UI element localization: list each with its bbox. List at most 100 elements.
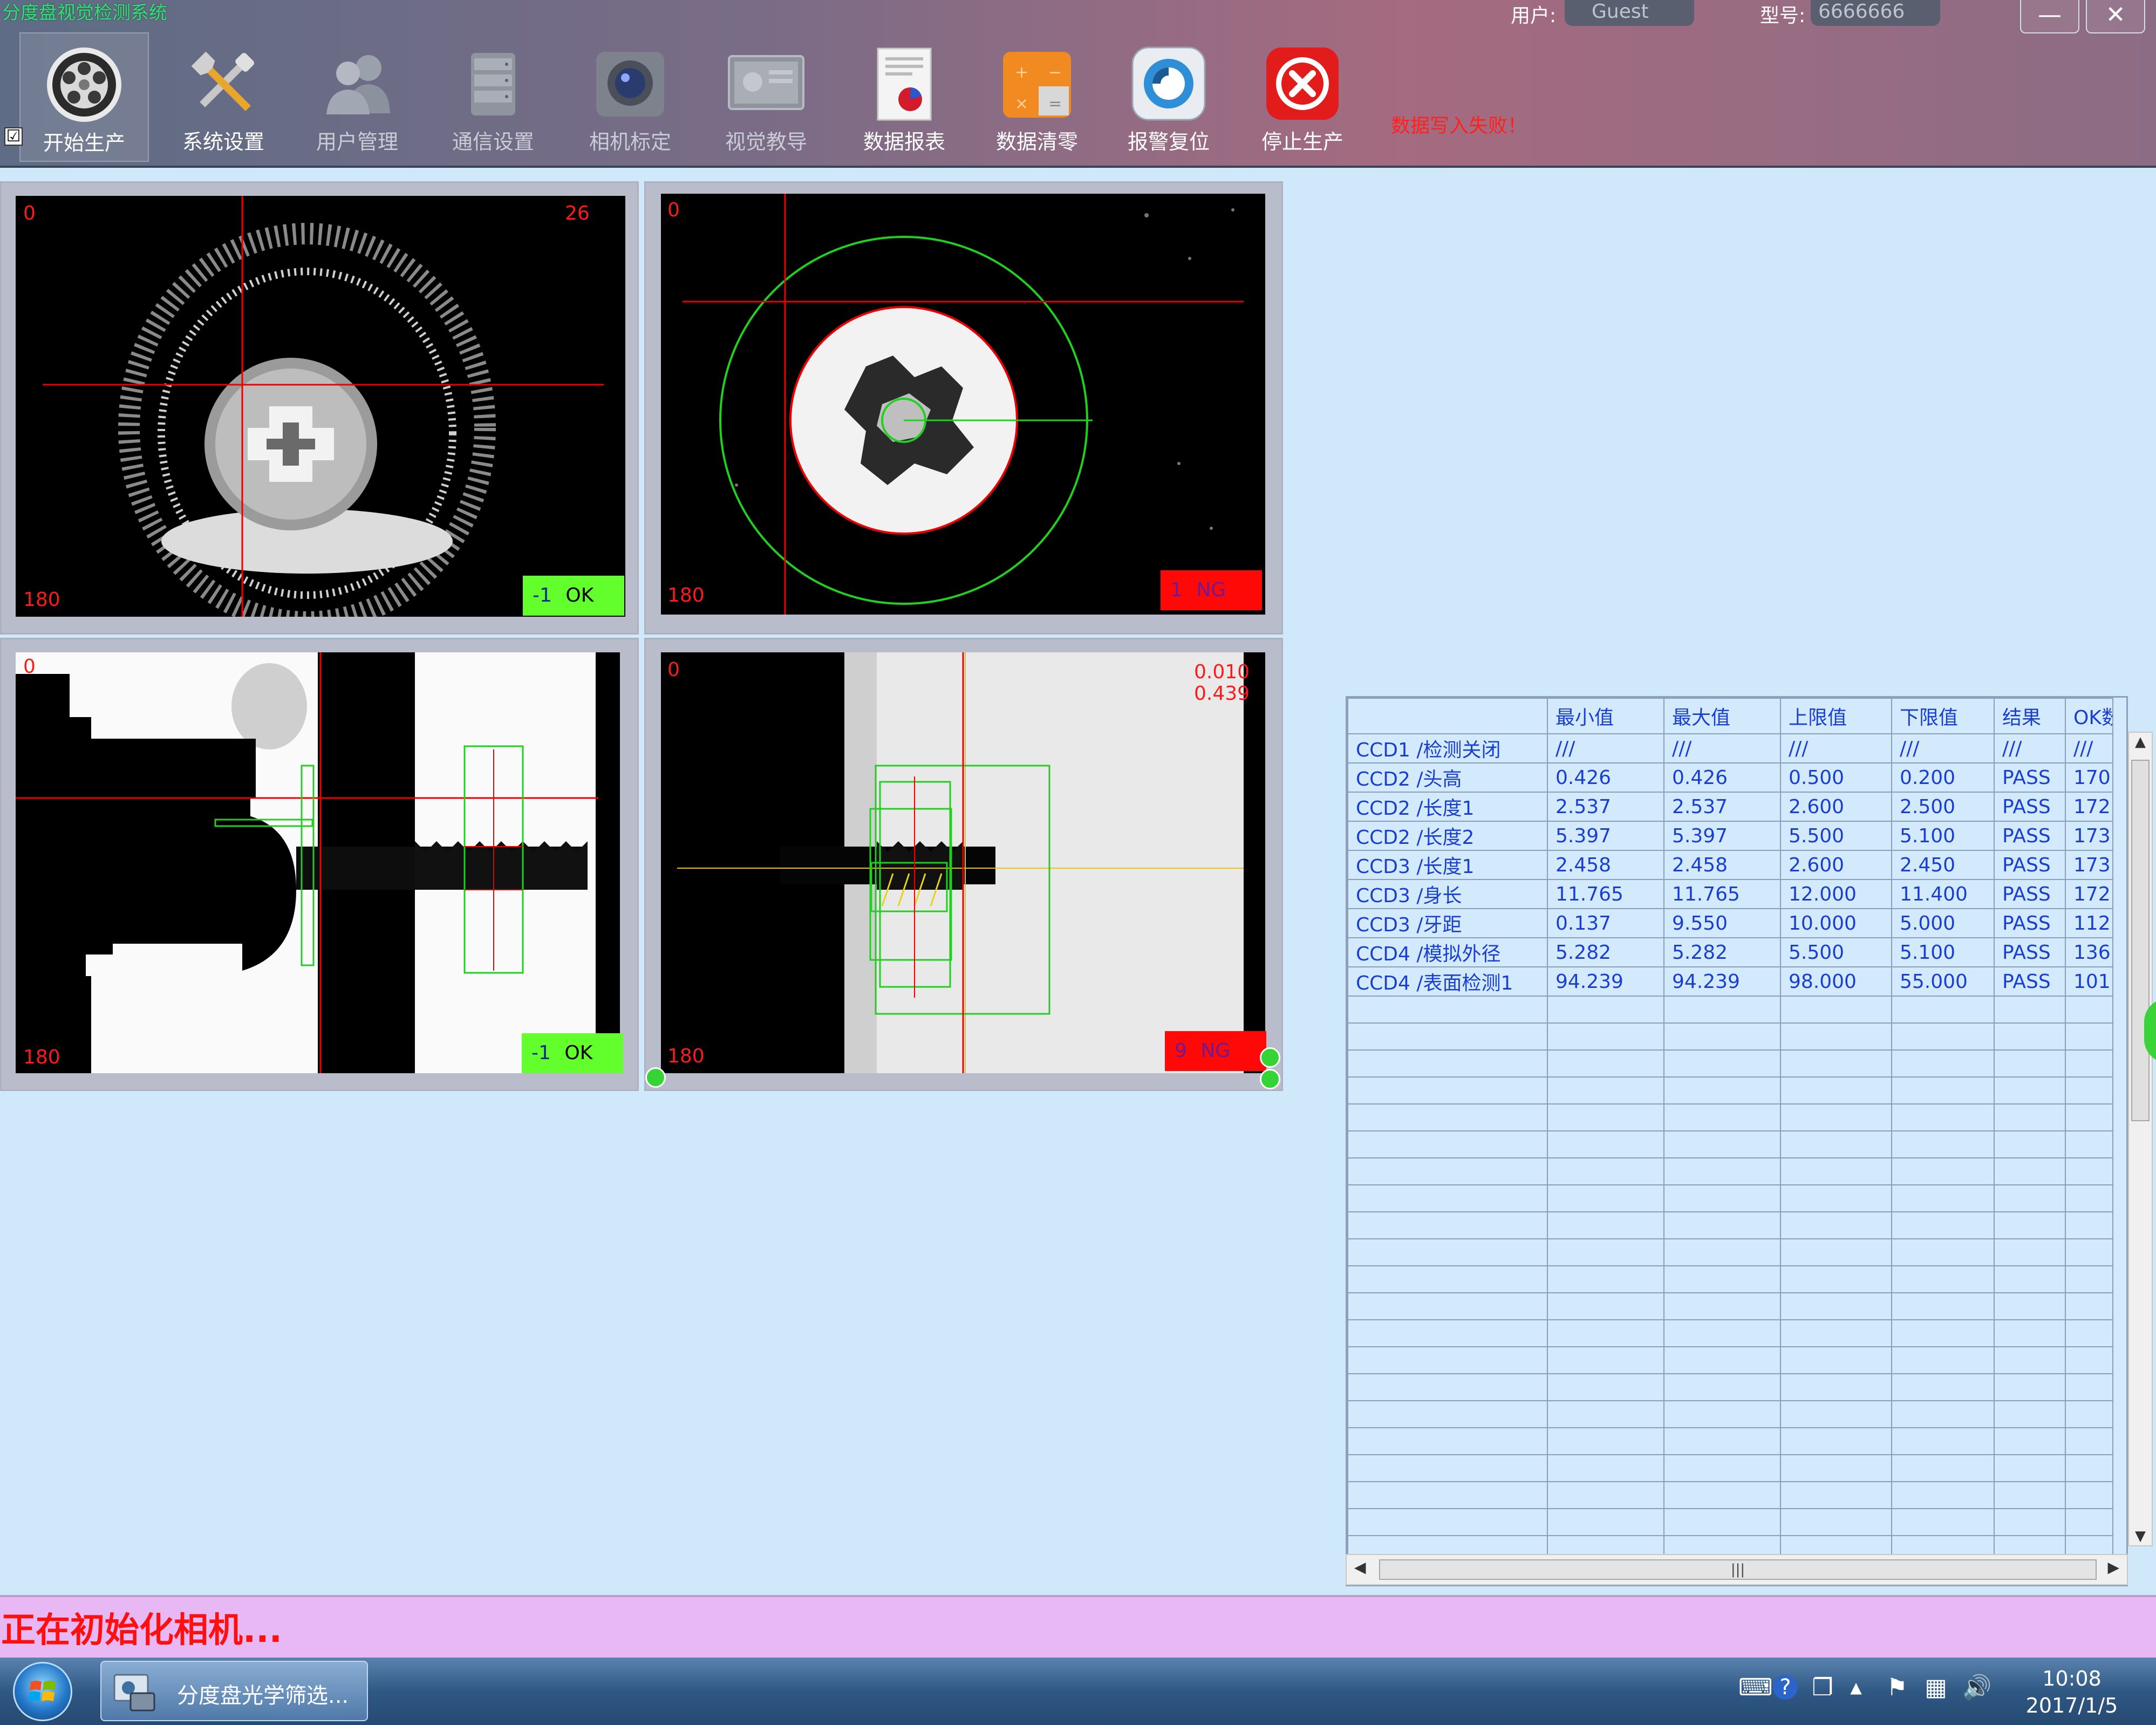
table-cell[interactable] xyxy=(1891,1130,1995,1158)
table-cell[interactable] xyxy=(1663,1427,1781,1455)
empty-table-row[interactable] xyxy=(1347,1481,2113,1509)
table-cell[interactable] xyxy=(1347,1049,1548,1078)
table-cell[interactable] xyxy=(1994,1076,2066,1104)
volume-icon[interactable]: 🔊 xyxy=(1962,1673,1992,1703)
table-cell[interactable] xyxy=(1547,1211,1664,1239)
empty-table-row[interactable] xyxy=(1347,1184,2113,1212)
table-cell[interactable] xyxy=(1347,1103,1548,1131)
table-cell[interactable]: 11.765 xyxy=(1547,879,1664,909)
table-cell[interactable] xyxy=(1994,1508,2066,1536)
table-cell[interactable]: 9.550 xyxy=(1663,908,1781,938)
grid-vertical-scroll-thumb[interactable] xyxy=(2131,760,2150,1121)
table-cell[interactable] xyxy=(1780,1022,1892,1051)
stop-production-button[interactable]: 停止生产 xyxy=(1238,32,1367,162)
empty-table-row[interactable] xyxy=(1347,1238,2113,1266)
table-cell[interactable] xyxy=(1891,1373,1995,1401)
table-cell[interactable]: 5.397 xyxy=(1547,821,1664,851)
table-cell[interactable] xyxy=(1663,1481,1781,1509)
camera-view-ccd3[interactable]: 0 180 -1 OK xyxy=(0,638,639,1091)
table-row[interactable]: CCD3 /牙距 0.137 9.550 10.000 5.000 PASS 112 xyxy=(1347,908,2113,938)
table-cell[interactable]: 5.500 xyxy=(1780,821,1892,851)
model-field[interactable]: 6666666 xyxy=(1811,0,1940,26)
table-cell[interactable]: /// xyxy=(1780,733,1892,763)
table-cell[interactable] xyxy=(1347,1427,1548,1455)
table-cell[interactable] xyxy=(1547,1319,1664,1347)
table-cell[interactable] xyxy=(1347,1373,1548,1401)
table-cell[interactable] xyxy=(2065,1400,2113,1428)
table-cell[interactable]: /// xyxy=(1994,733,2066,763)
table-cell[interactable] xyxy=(1780,1481,1892,1509)
table-cell[interactable]: 2.450 xyxy=(1891,850,1995,880)
table-cell[interactable] xyxy=(1994,1292,2066,1320)
grid-vertical-scrollbar[interactable]: ▲ ▼ xyxy=(2128,732,2153,1546)
table-cell[interactable]: 0.426 xyxy=(1663,762,1781,793)
table-cell[interactable] xyxy=(1780,996,1892,1024)
results-grid[interactable]: 最小值 最大值 上限值 下限值 结果 OK数 CCD1 /检测关闭///////… xyxy=(1346,696,2128,1586)
empty-table-row[interactable] xyxy=(1347,1157,2113,1185)
taskbar-app-button[interactable]: 分度盘光学筛选... xyxy=(100,1661,368,1721)
table-cell[interactable] xyxy=(1347,1400,1548,1428)
table-cell[interactable] xyxy=(1780,1184,1892,1212)
table-cell[interactable] xyxy=(1994,1103,2066,1131)
table-cell[interactable] xyxy=(1891,996,1995,1024)
empty-table-row[interactable] xyxy=(1347,1130,2113,1158)
user-field[interactable]: Guest xyxy=(1565,0,1694,26)
table-row[interactable]: CCD2 /长度1 2.537 2.537 2.600 2.500 PASS 172 xyxy=(1347,792,2113,822)
table-cell[interactable] xyxy=(1780,1454,1892,1482)
table-row[interactable]: CCD1 /检测关闭////////////////// xyxy=(1347,733,2113,763)
table-cell[interactable] xyxy=(2065,1508,2113,1536)
table-cell[interactable]: 11.765 xyxy=(1663,879,1781,909)
table-cell[interactable]: PASS xyxy=(1994,762,2066,793)
table-cell[interactable] xyxy=(2065,1292,2113,1320)
table-cell[interactable]: 5.100 xyxy=(1891,821,1995,851)
table-cell[interactable]: 2.537 xyxy=(1663,792,1781,822)
table-cell[interactable] xyxy=(1663,1211,1781,1239)
table-cell[interactable] xyxy=(2065,1211,2113,1239)
table-cell[interactable] xyxy=(1347,1454,1548,1482)
table-cell[interactable]: 98.000 xyxy=(1780,966,1892,997)
table-cell[interactable]: 5.500 xyxy=(1780,937,1892,967)
user-management-button[interactable]: 用户管理 xyxy=(292,32,422,162)
table-cell[interactable] xyxy=(1994,1130,2066,1158)
table-cell[interactable]: 0.200 xyxy=(1891,762,1995,793)
table-cell[interactable]: /// xyxy=(1891,733,1995,763)
table-cell[interactable] xyxy=(1780,1346,1892,1374)
table-cell[interactable]: PASS xyxy=(1994,879,2066,909)
table-row[interactable]: CCD2 /头高 0.426 0.426 0.500 0.200 PASS 170 xyxy=(1347,762,2113,793)
table-cell[interactable] xyxy=(1347,1130,1548,1158)
table-cell[interactable] xyxy=(1891,1049,1995,1078)
grid-header-min[interactable]: 最小值 xyxy=(1547,698,1664,734)
table-cell[interactable] xyxy=(1547,1238,1664,1266)
table-cell[interactable] xyxy=(1547,1049,1664,1078)
table-cell[interactable] xyxy=(1780,1049,1892,1078)
system-settings-button[interactable]: 系统设置 xyxy=(159,32,288,162)
action-center-flag-icon[interactable]: ⚑ xyxy=(1882,1673,1912,1703)
table-cell[interactable] xyxy=(2065,1454,2113,1482)
empty-table-row[interactable] xyxy=(1347,1373,2113,1401)
table-cell[interactable]: CCD2 /头高 xyxy=(1347,762,1548,793)
table-cell[interactable] xyxy=(1891,1157,1995,1185)
table-cell[interactable] xyxy=(1994,1265,2066,1293)
table-cell[interactable] xyxy=(1994,1346,2066,1374)
table-cell[interactable] xyxy=(1891,1508,1995,1536)
table-cell[interactable] xyxy=(2065,1265,2113,1293)
empty-table-row[interactable] xyxy=(1347,1076,2113,1104)
table-cell[interactable] xyxy=(1347,1022,1548,1051)
communication-settings-button[interactable]: 通信设置 xyxy=(428,32,558,162)
table-cell[interactable] xyxy=(1347,1076,1548,1104)
table-cell[interactable] xyxy=(1891,1346,1995,1374)
table-cell[interactable] xyxy=(1663,1346,1781,1374)
empty-table-row[interactable] xyxy=(1347,1427,2113,1455)
table-cell[interactable] xyxy=(1547,1130,1664,1158)
grid-header-max[interactable]: 最大值 xyxy=(1663,698,1781,734)
empty-table-row[interactable] xyxy=(1347,1346,2113,1374)
table-cell[interactable] xyxy=(1663,1292,1781,1320)
network-icon[interactable]: ▦ xyxy=(1921,1673,1951,1703)
table-cell[interactable]: 101 xyxy=(2065,966,2113,997)
empty-table-row[interactable] xyxy=(1347,1103,2113,1131)
table-cell[interactable]: 94.239 xyxy=(1663,966,1781,997)
table-cell[interactable] xyxy=(1780,1076,1892,1104)
table-cell[interactable] xyxy=(1891,1076,1995,1104)
start-checkbox[interactable]: ☑ xyxy=(4,127,23,146)
table-cell[interactable] xyxy=(2065,1022,2113,1051)
